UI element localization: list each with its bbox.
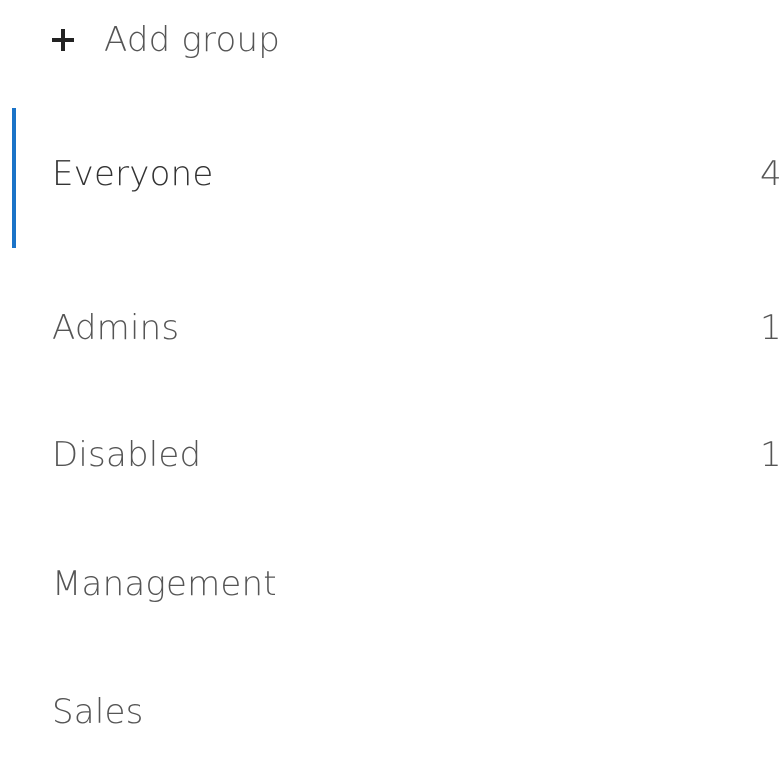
active-indicator bbox=[12, 108, 16, 248]
groups-panel: Add group Everyone 4 Admins 1 Disabled 1… bbox=[0, 0, 784, 765]
group-name: Management bbox=[52, 564, 277, 604]
group-count: 4 bbox=[760, 154, 782, 194]
group-item-disabled[interactable]: Disabled 1 bbox=[0, 392, 784, 534]
group-name: Admins bbox=[52, 308, 180, 348]
group-count: 1 bbox=[760, 435, 782, 475]
group-item-admins[interactable]: Admins 1 bbox=[0, 250, 784, 392]
add-group-label: Add group bbox=[104, 20, 281, 60]
group-name: Sales bbox=[52, 692, 144, 732]
group-name: Everyone bbox=[52, 154, 214, 194]
group-name: Disabled bbox=[52, 435, 202, 475]
plus-icon bbox=[52, 29, 74, 51]
group-item-management[interactable]: Management bbox=[0, 534, 784, 676]
group-count: 1 bbox=[760, 308, 782, 348]
group-list: Everyone 4 Admins 1 Disabled 1 Managemen… bbox=[0, 108, 784, 756]
add-group-button[interactable]: Add group bbox=[52, 14, 280, 66]
group-item-everyone[interactable]: Everyone 4 bbox=[0, 108, 784, 250]
group-item-sales[interactable]: Sales bbox=[0, 676, 784, 756]
